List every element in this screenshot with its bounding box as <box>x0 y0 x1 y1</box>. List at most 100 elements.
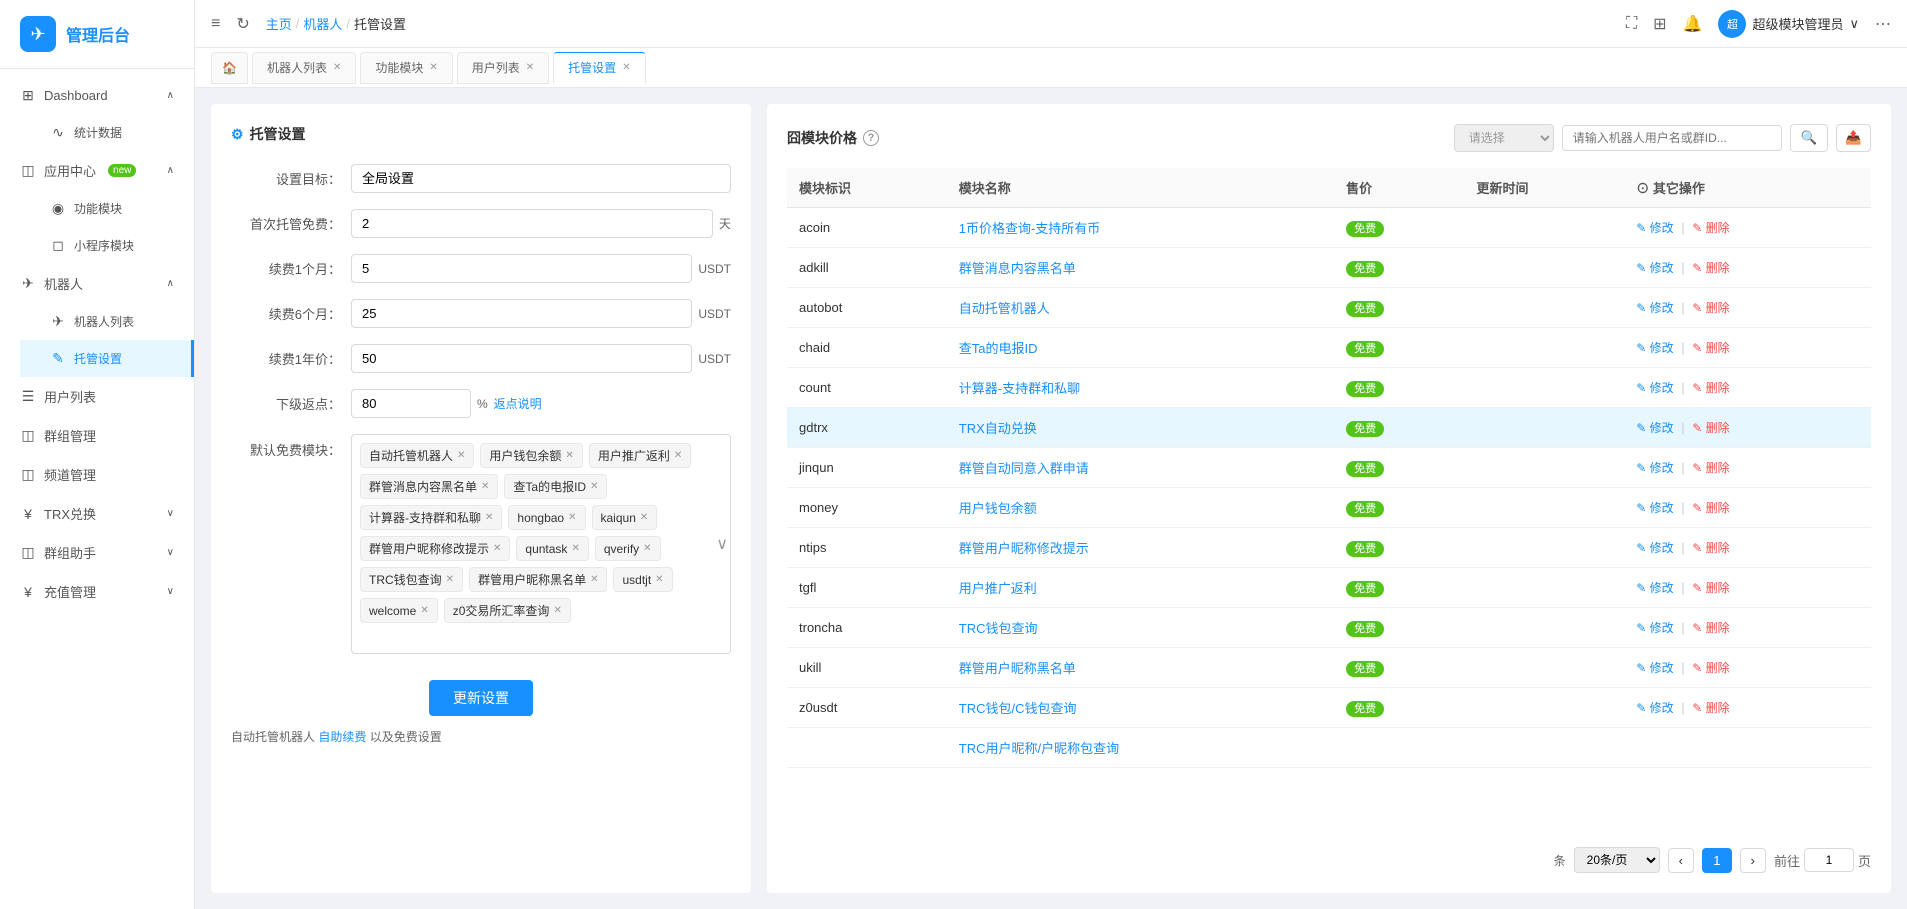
module-name-link[interactable]: 群管自动同意入群申请 <box>959 461 1089 476</box>
sidebar-item-trust-settings[interactable]: ✎ 托管设置 <box>20 340 194 377</box>
tag-close-icon[interactable]: ✕ <box>420 605 428 616</box>
tag-close-icon[interactable]: ✕ <box>553 605 561 616</box>
edit-link[interactable]: ✎ 修改 <box>1636 341 1673 355</box>
tag-close-icon[interactable]: ✕ <box>674 450 682 461</box>
sidebar-item-user-list[interactable]: ☰ 用户列表 <box>0 377 194 416</box>
breadcrumb-main[interactable]: 主页 <box>266 14 292 33</box>
sidebar-item-stats[interactable]: ∿ 统计数据 <box>20 114 194 151</box>
sidebar-item-group-mgmt[interactable]: ◫ 群组管理 <box>0 416 194 455</box>
export-button[interactable]: 📤 <box>1836 124 1871 152</box>
sidebar-item-group-assist[interactable]: ◫ 群组助手 ∨ <box>0 533 194 572</box>
help-icon[interactable]: ? <box>863 130 879 146</box>
goto-input[interactable] <box>1804 848 1854 872</box>
delete-link[interactable]: ✎ 删除 <box>1692 461 1729 475</box>
search-input[interactable] <box>1562 125 1782 151</box>
filter-select[interactable]: 请选择 <box>1454 124 1554 152</box>
tag-close-icon[interactable]: ✕ <box>565 450 573 461</box>
delete-link[interactable]: ✎ 删除 <box>1692 421 1729 435</box>
user-info[interactable]: 超 超级模块管理员 ∨ <box>1718 10 1859 38</box>
edit-link[interactable]: ✎ 修改 <box>1636 661 1673 675</box>
sidebar-item-trx[interactable]: ¥ TRX兑换 ∨ <box>0 494 194 533</box>
module-name-link[interactable]: TRC用户昵称/户昵称包查询 <box>959 741 1119 756</box>
tag-close-icon[interactable]: ✕ <box>485 512 493 523</box>
scroll-down-icon[interactable]: ∨ <box>716 534 728 554</box>
per-page-select[interactable]: 20条/页 50条/页 100条/页 <box>1574 847 1660 873</box>
fullscreen-icon[interactable]: ⛶ <box>1626 15 1637 33</box>
module-name-link[interactable]: 群管用户昵称修改提示 <box>959 541 1089 556</box>
close-icon[interactable]: ✕ <box>622 62 630 73</box>
module-name-link[interactable]: 查Ta的电报ID <box>959 341 1038 356</box>
delete-link[interactable]: ✎ 删除 <box>1692 581 1729 595</box>
edit-link[interactable]: ✎ 修改 <box>1636 261 1673 275</box>
delete-link[interactable]: ✎ 删除 <box>1692 701 1729 715</box>
sidebar-item-robot[interactable]: ✈ 机器人 ∧ <box>0 264 194 303</box>
tag-close-icon[interactable]: ✕ <box>640 512 648 523</box>
edit-link[interactable]: ✎ 修改 <box>1636 501 1673 515</box>
footer-link[interactable]: 自助续费 <box>318 730 366 744</box>
delete-link[interactable]: ✎ 删除 <box>1692 381 1729 395</box>
menu-toggle-icon[interactable]: ≡ <box>211 15 220 33</box>
breadcrumb-robot[interactable]: 机器人 <box>303 14 342 33</box>
renew1m-input[interactable] <box>351 254 692 283</box>
module-name-link[interactable]: 用户推广返利 <box>959 581 1037 596</box>
tag-close-icon[interactable]: ✕ <box>481 481 489 492</box>
first-free-input[interactable] <box>351 209 713 238</box>
tab-robot-list[interactable]: 机器人列表 ✕ <box>252 52 356 84</box>
edit-link[interactable]: ✎ 修改 <box>1636 621 1673 635</box>
rebate-link[interactable]: 返点说明 <box>494 395 542 412</box>
module-name-link[interactable]: 1币价格查询-支持所有币 <box>959 221 1101 236</box>
edit-link[interactable]: ✎ 修改 <box>1636 221 1673 235</box>
sidebar-item-mini-module[interactable]: ◻ 小程序模块 <box>20 227 194 264</box>
tab-home[interactable]: 🏠 <box>211 52 248 84</box>
target-select[interactable]: 全局设置 指定机器人 <box>351 164 731 193</box>
tag-close-icon[interactable]: ✕ <box>571 543 579 554</box>
module-name-link[interactable]: TRC钱包/C钱包查询 <box>959 701 1077 716</box>
delete-link[interactable]: ✎ 删除 <box>1692 341 1729 355</box>
module-name-link[interactable]: 计算器-支持群和私聊 <box>959 381 1080 396</box>
tab-user-list[interactable]: 用户列表 ✕ <box>457 52 549 84</box>
module-name-link[interactable]: TRC钱包查询 <box>959 621 1038 636</box>
delete-link[interactable]: ✎ 删除 <box>1692 541 1729 555</box>
edit-link[interactable]: ✎ 修改 <box>1636 701 1673 715</box>
tag-close-icon[interactable]: ✕ <box>446 574 454 585</box>
rebate-input[interactable] <box>351 389 471 418</box>
tag-close-icon[interactable]: ✕ <box>493 543 501 554</box>
app-grid-icon[interactable]: ⊞ <box>1653 14 1666 34</box>
delete-link[interactable]: ✎ 删除 <box>1692 221 1729 235</box>
edit-link[interactable]: ✎ 修改 <box>1636 581 1673 595</box>
sidebar-item-channel-mgmt[interactable]: ◫ 频道管理 <box>0 455 194 494</box>
sidebar-item-robot-list[interactable]: ✈ 机器人列表 <box>20 303 194 340</box>
next-page-button[interactable]: › <box>1740 848 1766 873</box>
module-name-link[interactable]: 自动托管机器人 <box>959 301 1050 316</box>
tag-close-icon[interactable]: ✕ <box>655 574 663 585</box>
delete-link[interactable]: ✎ 删除 <box>1692 301 1729 315</box>
module-name-link[interactable]: 群管用户昵称黑名单 <box>959 661 1076 676</box>
sidebar-item-dashboard[interactable]: ⊞ Dashboard ∧ <box>0 77 194 114</box>
module-name-link[interactable]: TRX自动兑换 <box>959 421 1037 436</box>
close-icon[interactable]: ✕ <box>429 62 437 73</box>
renew6m-input[interactable] <box>351 299 692 328</box>
renew1y-input[interactable] <box>351 344 692 373</box>
search-button[interactable]: 🔍 <box>1790 124 1829 152</box>
edit-link[interactable]: ✎ 修改 <box>1636 381 1673 395</box>
edit-link[interactable]: ✎ 修改 <box>1636 421 1673 435</box>
tag-close-icon[interactable]: ✕ <box>568 512 576 523</box>
edit-link[interactable]: ✎ 修改 <box>1636 541 1673 555</box>
module-name-link[interactable]: 用户钱包余额 <box>959 501 1037 516</box>
delete-link[interactable]: ✎ 删除 <box>1692 501 1729 515</box>
close-icon[interactable]: ✕ <box>526 62 534 73</box>
edit-link[interactable]: ✎ 修改 <box>1636 301 1673 315</box>
delete-link[interactable]: ✎ 删除 <box>1692 621 1729 635</box>
notification-icon[interactable]: 🔔 <box>1683 14 1703 34</box>
tab-func-module[interactable]: 功能模块 ✕ <box>360 52 452 84</box>
sidebar-item-recharge[interactable]: ¥ 充值管理 ∨ <box>0 572 194 611</box>
module-name-link[interactable]: 群管消息内容黑名单 <box>959 261 1076 276</box>
close-icon[interactable]: ✕ <box>333 62 341 73</box>
prev-page-button[interactable]: ‹ <box>1668 848 1694 873</box>
tag-close-icon[interactable]: ✕ <box>457 450 465 461</box>
refresh-icon[interactable]: ↻ <box>236 14 249 34</box>
delete-link[interactable]: ✎ 删除 <box>1692 661 1729 675</box>
update-settings-button[interactable]: 更新设置 <box>429 680 533 716</box>
tag-close-icon[interactable]: ✕ <box>590 574 598 585</box>
edit-link[interactable]: ✎ 修改 <box>1636 461 1673 475</box>
